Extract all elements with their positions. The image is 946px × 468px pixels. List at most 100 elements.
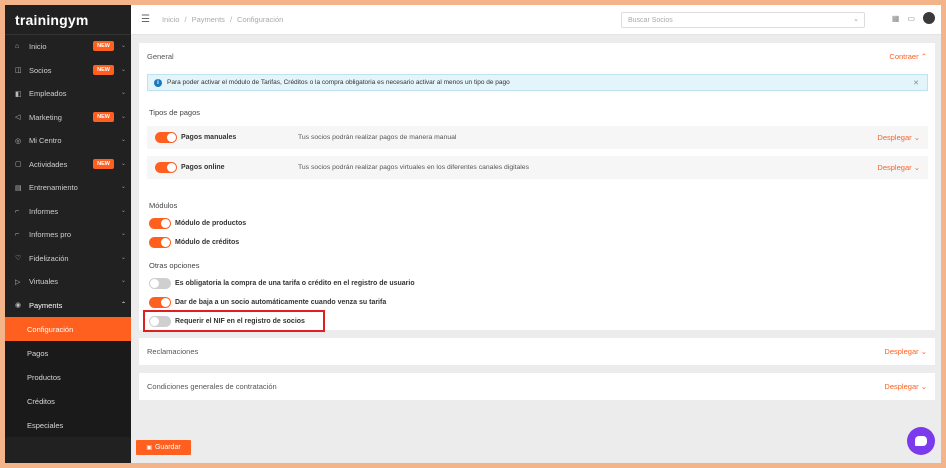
marketing-icon: ◁ (15, 114, 21, 122)
sidebar-item-label: Actividades (29, 159, 68, 169)
chevron-down-icon: ⌄ (920, 347, 927, 356)
sidebar-item-informes[interactable]: ⌐ Informes ⌄ (5, 200, 131, 224)
auto-unsubscribe-toggle[interactable] (149, 297, 171, 308)
manual-payments-toggle[interactable] (155, 132, 177, 143)
auto-unsubscribe-option: Dar de baja a un socio automáticamente c… (149, 297, 386, 308)
sidebar-item-label: Marketing (29, 112, 62, 122)
payment-name: Pagos manuales (181, 134, 237, 141)
option-label: Dar de baja a un socio automáticamente c… (175, 299, 387, 306)
reports-icon: ⌐ (15, 207, 20, 215)
reclamaciones-header: Reclamaciones (147, 347, 199, 356)
chevron-down-icon: ⌄ (120, 137, 126, 143)
sidebar-item-marketing[interactable]: ◁ Marketing NEW ⌄ (5, 106, 131, 130)
new-badge: NEW (93, 158, 114, 169)
activities-icon: ▢ (15, 161, 22, 169)
sidebar-item-actividades[interactable]: ▢ Actividades NEW ⌄ (5, 153, 131, 177)
home-icon: ⌂ (15, 43, 20, 51)
chevron-down-icon: ⌄ (120, 207, 126, 214)
credits-module-toggle[interactable] (149, 237, 171, 248)
sidebar-item-label: Empleados (29, 89, 67, 99)
payment-row-manual: Pagos manuales Tus socios podrán realiza… (147, 126, 928, 149)
save-icon: ▣ (146, 445, 152, 451)
sidebar-item-inicio[interactable]: ⌂ Inicio NEW ⌄ (5, 35, 131, 59)
main-content: General Contraer ⌃ i Para poder activar … (139, 43, 935, 400)
online-payments-toggle[interactable] (155, 162, 177, 173)
mandatory-purchase-toggle[interactable] (149, 278, 171, 289)
save-label: Guardar (154, 444, 181, 451)
new-badge: NEW (93, 111, 114, 122)
toggle-knob (167, 133, 176, 142)
grid-icon[interactable]: ▦ (892, 14, 900, 23)
expand-link[interactable]: Desplegar ⌄ (877, 163, 920, 172)
module-credits-option: Módulo de créditos (149, 237, 239, 248)
toggle-knob (161, 298, 170, 307)
reclamaciones-card[interactable]: Reclamaciones Desplegar ⌄ (139, 338, 935, 365)
expand-label: Desplegar (877, 163, 912, 172)
chevron-down-icon[interactable]: ⌄ (853, 15, 859, 23)
breadcrumb-inicio[interactable]: Inicio (162, 15, 180, 24)
employees-icon: ◧ (15, 90, 22, 98)
module-products-option: Módulo de productos (149, 218, 246, 229)
payment-row-online: Pagos online Tus socios podrán realizar … (147, 156, 928, 179)
sidebar: trainingym ⌂ Inicio NEW ⌄ ◫ Socios NEW ⌄… (5, 5, 131, 463)
chevron-down-icon: ⌄ (120, 90, 126, 96)
mandatory-purchase-option: Es obligatoria la compra de una tarifa o… (149, 278, 415, 289)
breadcrumb-configuracion: Configuración (237, 15, 284, 24)
chat-button[interactable] (907, 427, 935, 455)
payments-submenu: Configuración Pagos Productos Créditos E… (5, 317, 131, 437)
payment-types-title: Tipos de pagos (149, 108, 201, 117)
chevron-down-icon: ⌄ (120, 43, 126, 49)
sidebar-subitem-especiales[interactable]: Especiales (5, 413, 131, 437)
condiciones-header: Condiciones generales de contratación (147, 382, 277, 391)
avatar[interactable] (923, 12, 935, 24)
sidebar-item-label: Informes (29, 206, 59, 216)
general-card: General Contraer ⌃ i Para poder activar … (139, 43, 935, 332)
app-window: trainingym ⌂ Inicio NEW ⌄ ◫ Socios NEW ⌄… (5, 5, 941, 463)
sidebar-item-virtuales[interactable]: ▷ Virtuales ⌄ (5, 270, 131, 294)
chat-bubble-icon (915, 436, 927, 446)
sidebar-subitem-pagos[interactable]: Pagos (5, 341, 131, 365)
reports-pro-icon: ⌐ (15, 231, 20, 239)
sidebar-item-empleados[interactable]: ◧ Empleados ⌄ (5, 82, 131, 106)
breadcrumb-payments[interactable]: Payments (192, 15, 225, 24)
collapse-label: Contraer (889, 52, 919, 61)
topbar: ☰ Inicio / Payments / Configuración Busc… (131, 5, 941, 35)
payment-desc: Tus socios podrán realizar pagos de mane… (298, 134, 457, 141)
sidebar-subitem-creditos[interactable]: Créditos (5, 389, 131, 413)
sidebar-item-informes-pro[interactable]: ⌐ Informes pro ⌄ (5, 223, 131, 247)
close-icon[interactable]: ✕ (913, 79, 919, 87)
sidebar-subitem-configuracion[interactable]: Configuración (5, 317, 131, 341)
virtual-icon: ▷ (15, 278, 21, 286)
chevron-down-icon: ⌄ (913, 163, 920, 172)
breadcrumb: Inicio / Payments / Configuración (162, 15, 283, 24)
sidebar-subitem-productos[interactable]: Productos (5, 365, 131, 389)
menu-icon[interactable]: ☰ (141, 14, 150, 25)
products-module-toggle[interactable] (149, 218, 171, 229)
sidebar-item-label: Fidelización (29, 253, 69, 263)
search-input[interactable]: Buscar Socios ⌄ (621, 12, 865, 28)
save-button[interactable]: ▣ Guardar (136, 440, 191, 455)
chevron-up-icon: ⌃ (120, 301, 126, 308)
collapse-link[interactable]: Contraer ⌃ (889, 52, 927, 61)
chevron-up-icon: ⌃ (920, 52, 927, 61)
messages-icon[interactable]: ▭ (907, 14, 915, 23)
chevron-down-icon: ⌄ (120, 231, 126, 237)
chevron-down-icon: ⌄ (120, 254, 126, 261)
expand-link[interactable]: Desplegar ⌄ (884, 347, 927, 356)
sidebar-item-fidelizacion[interactable]: ♡ Fidelización ⌄ (5, 247, 131, 271)
sidebar-item-entrenamiento[interactable]: ▤ Entrenamiento ⌄ (5, 176, 131, 200)
expand-link[interactable]: Desplegar ⌄ (884, 382, 927, 391)
sidebar-item-label: Informes pro (29, 230, 72, 240)
chevron-down-icon: ⌄ (120, 113, 126, 120)
app-logo[interactable]: trainingym (5, 5, 131, 35)
sidebar-item-mi-centro[interactable]: ◎ Mi Centro ⌄ (5, 129, 131, 153)
general-header[interactable]: General (139, 43, 935, 70)
sidebar-item-socios[interactable]: ◫ Socios NEW ⌄ (5, 59, 131, 83)
highlight-box (143, 310, 325, 332)
expand-link[interactable]: Desplegar ⌄ (877, 133, 920, 142)
sidebar-item-payments[interactable]: ◉ Payments ⌃ (5, 294, 131, 318)
option-label: Módulo de créditos (175, 239, 240, 246)
toggle-knob (161, 238, 170, 247)
payment-name: Pagos online (181, 164, 225, 171)
condiciones-card[interactable]: Condiciones generales de contratación De… (139, 373, 935, 400)
